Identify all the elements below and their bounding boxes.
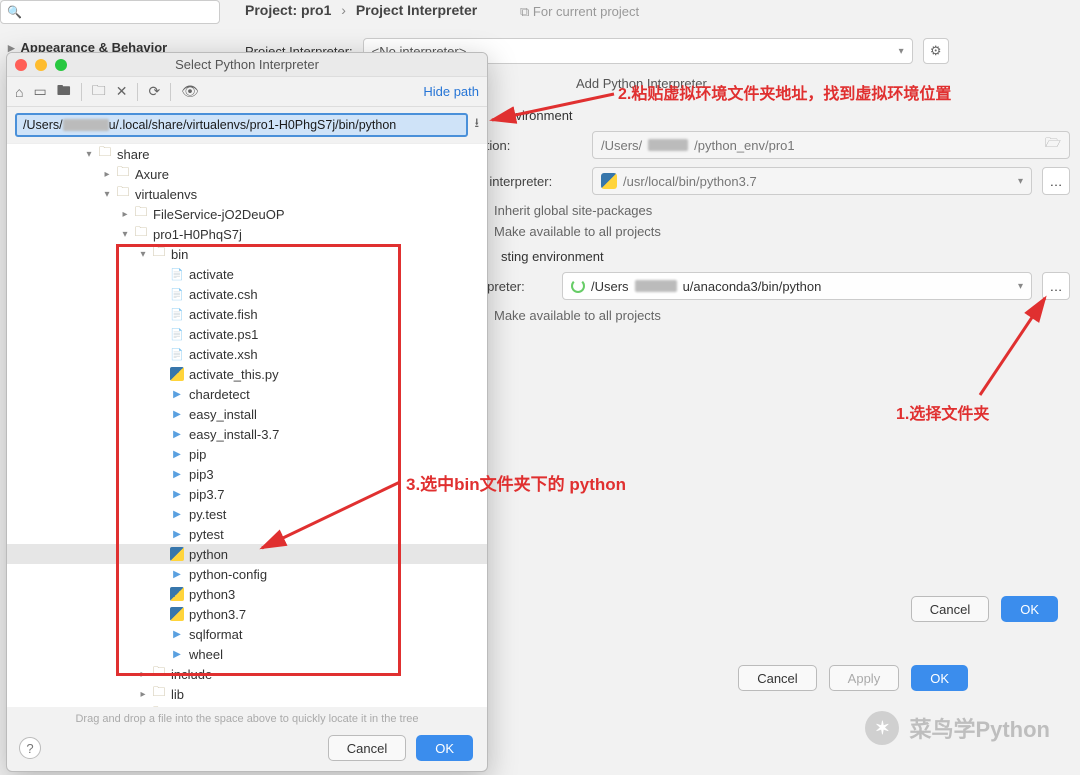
tree-folder-pro1[interactable]: ▾🗀pro1-H0PhqS7j xyxy=(7,224,487,244)
location-input[interactable]: /Users//python_env/pro1🗁 xyxy=(592,131,1070,159)
available-all-label-1: Make available to all projects xyxy=(494,224,661,239)
delete-icon[interactable]: ✕ xyxy=(116,83,128,100)
home-icon[interactable]: ⌂ xyxy=(15,84,23,100)
tree-file-activate-ps1[interactable]: 📄activate.ps1 xyxy=(7,324,487,344)
watermark: ✶ 菜鸟学Python xyxy=(865,711,1050,745)
base-interpreter-label: se interpreter: xyxy=(472,174,582,189)
tree-file-py-test[interactable]: ▶py.test xyxy=(7,504,487,524)
available-all-label-2: Make available to all projects xyxy=(494,308,661,323)
tree-folder-fileservice[interactable]: ▸🗀FileService-jO2DeuOP xyxy=(7,204,487,224)
tree-folder-bin[interactable]: ▾🗀bin xyxy=(7,244,487,264)
tree-folder-axure[interactable]: ▸🗀Axure xyxy=(7,164,487,184)
tree-file-activate-xsh[interactable]: 📄activate.xsh xyxy=(7,344,487,364)
for-current-label: ⧉ For current project xyxy=(520,4,639,20)
tree-file-activate[interactable]: 📄activate xyxy=(7,264,487,284)
drag-hint: Drag and drop a file into the space abov… xyxy=(7,713,487,725)
tree-file-easy-install[interactable]: ▶easy_install xyxy=(7,404,487,424)
tree-file-easy-install-3-7[interactable]: ▶easy_install-3.7 xyxy=(7,424,487,444)
tree-file-activate-this-py[interactable]: activate_this.py xyxy=(7,364,487,384)
tree-file-activate-fish[interactable]: 📄activate.fish xyxy=(7,304,487,324)
annotation-3: 3.选中bin文件夹下的 python xyxy=(406,470,626,495)
add-cancel-button[interactable]: Cancel xyxy=(911,596,989,622)
settings-apply-button[interactable]: Apply xyxy=(829,665,900,691)
path-input[interactable]: /Users/u/.local/share/virtualenvs/pro1-H… xyxy=(15,113,468,137)
location-label: cation: xyxy=(472,138,582,153)
project-icon[interactable]: 🖿 xyxy=(57,80,71,104)
base-interpreter-browse[interactable]: … xyxy=(1042,167,1070,195)
desktop-icon[interactable]: ▭ xyxy=(33,83,46,100)
tree-file-python3[interactable]: python3 xyxy=(7,584,487,604)
inherit-label: Inherit global site-packages xyxy=(494,203,652,218)
tree-folder-include[interactable]: ▸🗀include xyxy=(7,664,487,684)
base-interpreter-select[interactable]: /usr/local/bin/python3.7▾ xyxy=(592,167,1032,195)
existing-env-label: sting environment xyxy=(501,249,604,264)
gear-icon: ⚙ xyxy=(930,43,942,59)
settings-cancel-button[interactable]: Cancel xyxy=(738,665,816,691)
settings-search[interactable]: 🔍 xyxy=(0,0,220,24)
picker-cancel-button[interactable]: Cancel xyxy=(328,735,406,761)
tree-file-pip[interactable]: ▶pip xyxy=(7,444,487,464)
tree-file-python3-7[interactable]: python3.7 xyxy=(7,604,487,624)
file-tree[interactable]: ▾🗀share▸🗀Axure▾🗀virtualenvs▸🗀FileService… xyxy=(7,143,487,707)
wechat-icon: ✶ xyxy=(865,711,899,745)
annotation-1: 1.选择文件夹 xyxy=(896,400,989,424)
existing-interpreter-select[interactable]: /Usersu/anaconda3/bin/python▾ xyxy=(562,272,1032,300)
help-button[interactable]: ? xyxy=(19,737,41,759)
history-icon[interactable]: ⭳ xyxy=(474,114,479,136)
file-picker-toolbar: ⌂ ▭ 🖿 🗀 ✕ ⟳ 👁 Hide path xyxy=(7,77,487,107)
tree-file-python-config[interactable]: ▶python-config xyxy=(7,564,487,584)
tree-file-activate-csh[interactable]: 📄activate.csh xyxy=(7,284,487,304)
breadcrumb: Project: pro1 › Project Interpreter xyxy=(245,2,477,18)
interpreter-settings-button[interactable]: ⚙ xyxy=(923,38,949,64)
search-icon: 🔍 xyxy=(7,5,22,19)
tree-folder-share[interactable]: ▾🗀share xyxy=(7,144,487,164)
file-picker-dialog: Select Python Interpreter ⌂ ▭ 🖿 🗀 ✕ ⟳ 👁 … xyxy=(6,52,488,772)
tree-file-wheel[interactable]: ▶wheel xyxy=(7,644,487,664)
python-icon xyxy=(601,173,617,189)
dialog-title: Select Python Interpreter xyxy=(7,57,487,72)
tree-file-chardetect[interactable]: ▶chardetect xyxy=(7,384,487,404)
new-folder-icon[interactable]: 🗀 xyxy=(92,80,106,104)
show-hidden-icon[interactable]: 👁 xyxy=(181,83,199,100)
tree-folder-lib[interactable]: ▸🗀lib xyxy=(7,684,487,704)
picker-ok-button[interactable]: OK xyxy=(416,735,473,761)
hide-path-link[interactable]: Hide path xyxy=(423,84,479,99)
tree-folder-src[interactable]: ▸🗀src xyxy=(7,704,487,707)
new-env-label: environment xyxy=(501,108,573,123)
add-ok-button[interactable]: OK xyxy=(1001,596,1058,622)
tree-file-python[interactable]: python xyxy=(7,544,487,564)
existing-interpreter-browse[interactable]: … xyxy=(1042,272,1070,300)
tree-folder-virtualenvs[interactable]: ▾🗀virtualenvs xyxy=(7,184,487,204)
annotation-2: 2.粘贴虚拟环境文件夹地址，找到虚拟环境位置 xyxy=(618,80,951,104)
tree-file-sqlformat[interactable]: ▶sqlformat xyxy=(7,624,487,644)
settings-ok-button[interactable]: OK xyxy=(911,665,968,691)
loading-icon xyxy=(571,279,585,293)
folder-open-icon[interactable]: 🗁 xyxy=(1045,134,1061,156)
tree-file-pytest[interactable]: ▶pytest xyxy=(7,524,487,544)
refresh-icon[interactable]: ⟳ xyxy=(148,83,160,100)
